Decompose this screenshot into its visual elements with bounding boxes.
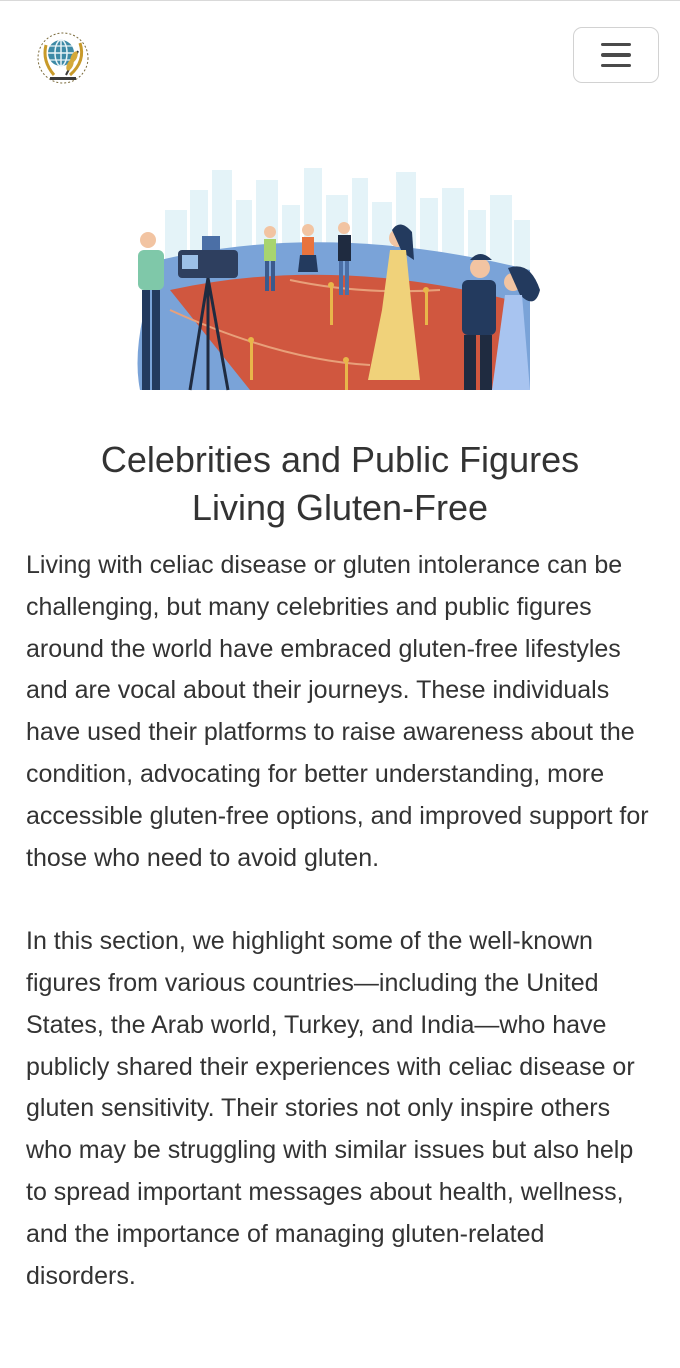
hamburger-menu-icon-bar-2 <box>601 53 631 57</box>
hamburger-menu-icon-bar-3 <box>601 63 631 68</box>
hero-illustration <box>130 160 550 400</box>
highlight-paragraph: In this section, we highlight some of th… <box>26 927 635 1290</box>
article-body: Living with celiac disease or gluten int… <box>26 545 658 1297</box>
globe-wheat-emblem-icon <box>37 32 89 84</box>
menu-toggle-button[interactable] <box>573 27 659 83</box>
navbar <box>0 1 680 111</box>
hamburger-menu-icon <box>601 42 631 47</box>
intro-paragraph: Living with celiac disease or gluten int… <box>26 551 649 872</box>
site-logo[interactable] <box>36 31 90 85</box>
page-title-line-1: Celebrities and Public Figures <box>100 439 580 480</box>
page-title: Celebrities and Public Figures Living Gl… <box>20 436 660 532</box>
celebrities-red-carpet-illustration <box>137 168 540 391</box>
page-title-line-2: Living Gluten-Free <box>191 487 489 528</box>
